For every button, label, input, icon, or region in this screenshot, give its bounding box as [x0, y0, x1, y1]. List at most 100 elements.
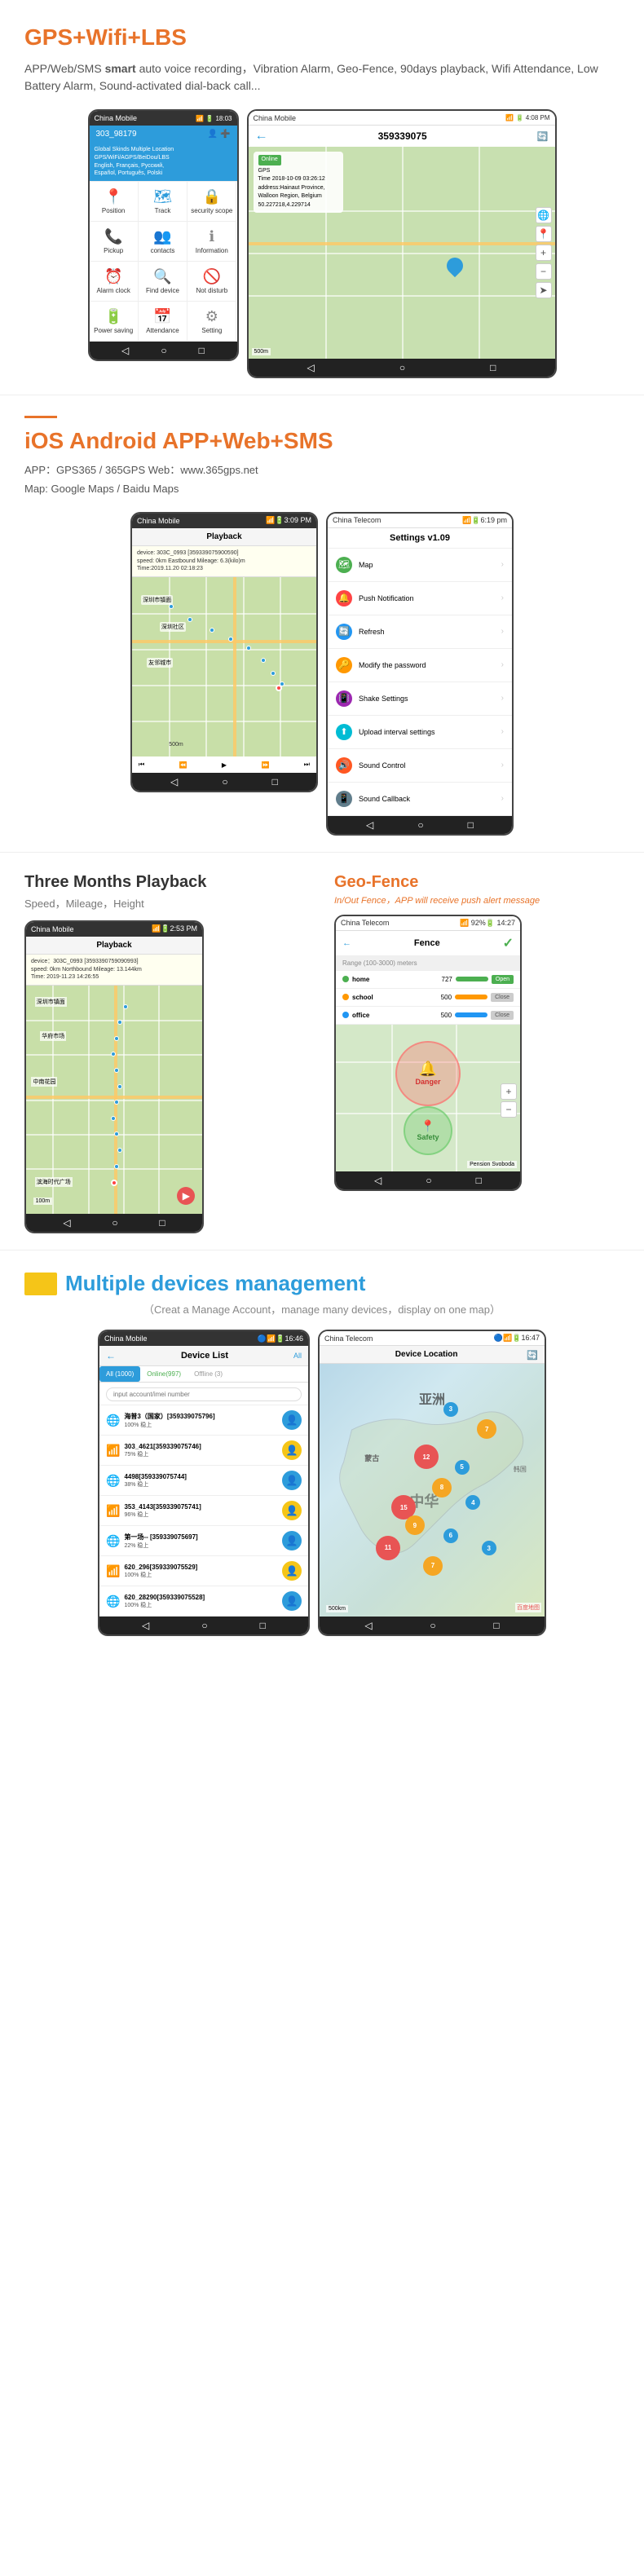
list-item[interactable]: 🌐 620_28290[359339075528] 100% 稳上 👤: [99, 1586, 308, 1617]
gps-description: APP/Web/SMS smart auto voice recording，V…: [24, 60, 620, 95]
settings-item-password[interactable]: 🔑 Modify the password ›: [328, 649, 512, 682]
position-icon: 📍: [104, 188, 122, 205]
recents-pb2[interactable]: □: [159, 1217, 165, 1228]
settings-item-shake[interactable]: 📳 Shake Settings ›: [328, 682, 512, 716]
map-navigate-btn[interactable]: ➤: [536, 282, 552, 298]
recents-dl[interactable]: □: [260, 1620, 266, 1631]
office-close-btn[interactable]: Close: [491, 1011, 514, 1020]
menu-contacts[interactable]: 👥 contacts: [139, 222, 187, 262]
list-item[interactable]: 🌐 4498[359339075744] 38% 稳上 👤: [99, 1466, 308, 1496]
asia-label: 亚洲: [419, 1388, 445, 1408]
recents-loc[interactable]: □: [493, 1620, 499, 1631]
home-dl[interactable]: ○: [201, 1620, 207, 1631]
recents-btn[interactable]: □: [199, 345, 205, 356]
settings-item-map[interactable]: 🗺 Map ›: [328, 549, 512, 582]
menu-attendance[interactable]: 📅 Attendance: [139, 302, 187, 342]
fence-zoom-out[interactable]: −: [501, 1101, 517, 1118]
map-globe-btn[interactable]: 🌐: [536, 207, 552, 223]
app-details: APP：GPS365 / 365GPS Web：www.365gps.net M…: [24, 461, 620, 499]
menu-power-saving[interactable]: 🔋 Power saving: [90, 302, 139, 342]
back-fence[interactable]: ◁: [374, 1175, 382, 1186]
home-pb2[interactable]: ○: [112, 1217, 117, 1228]
recents-btn-r[interactable]: □: [490, 362, 496, 373]
menu-setting[interactable]: ⚙ Setting: [187, 302, 236, 342]
settings-item-upload[interactable]: ⬆ Upload interval settings ›: [328, 716, 512, 749]
back-dl[interactable]: ◁: [142, 1620, 149, 1631]
school-slider[interactable]: [455, 995, 487, 999]
back-btn[interactable]: ◁: [121, 345, 129, 356]
recents-st[interactable]: □: [468, 819, 474, 831]
recents-pb[interactable]: □: [272, 776, 278, 787]
loc-refresh[interactable]: 🔄: [527, 1350, 538, 1361]
menu-security[interactable]: 🔒 security scope: [187, 182, 236, 222]
school-close-btn[interactable]: Close: [491, 993, 514, 1002]
menu-find-device[interactable]: 🔍 Find device: [139, 262, 187, 302]
settings-item-refresh[interactable]: 🔄 Refresh ›: [328, 615, 512, 649]
dl-back[interactable]: ←: [106, 1350, 116, 1361]
office-slider[interactable]: [455, 1012, 487, 1017]
playback-info: device: 303C_0993 [359339075900590] spee…: [132, 546, 316, 577]
home-fence[interactable]: ○: [426, 1175, 431, 1186]
home-st[interactable]: ○: [417, 819, 423, 831]
gps-title: GPS+Wifi+LBS: [24, 24, 620, 51]
home-btn-r[interactable]: ○: [399, 362, 405, 373]
fence-zoom-in[interactable]: +: [501, 1083, 517, 1100]
map-zoom-out[interactable]: −: [536, 263, 552, 280]
map-zoom-in[interactable]: +: [536, 245, 552, 261]
back-loc[interactable]: ◁: [364, 1620, 372, 1631]
cluster-4[interactable]: 5: [455, 1460, 470, 1475]
playback-controls: ⏮ ⏪ ▶ ⏩ ⏭: [132, 756, 316, 773]
back-st[interactable]: ◁: [366, 819, 373, 831]
settings-item-push[interactable]: 🔔 Push Notification ›: [328, 582, 512, 615]
menu-pickup[interactable]: 📞 Pickup: [90, 222, 139, 262]
cluster-1[interactable]: 3: [443, 1402, 458, 1417]
phone-left: China Mobile 📶 🔋 18:03 303_98179 👤 ➕ Glo…: [88, 109, 239, 361]
back-pb2[interactable]: ◁: [63, 1217, 70, 1228]
device-search-input[interactable]: [106, 1387, 302, 1401]
menu-information[interactable]: ℹ Information: [187, 222, 236, 262]
playback-map: 深圳市镇面 深圳社区 友邻城市 500m: [132, 577, 316, 756]
list-item[interactable]: 🌐 第一场-- [359339075697] 22% 稳上 👤: [99, 1526, 308, 1556]
home-open-btn[interactable]: Open: [492, 975, 514, 984]
cluster-11[interactable]: 3: [482, 1541, 496, 1555]
menu-alarm[interactable]: ⏰ Alarm clock: [90, 262, 139, 302]
home-pb[interactable]: ○: [222, 776, 227, 787]
tab-online[interactable]: Online(997): [140, 1366, 187, 1382]
fence-check[interactable]: ✓: [503, 935, 514, 951]
feature-geofence: Geo-Fence In/Out Fence，APP will receive …: [322, 873, 620, 1191]
cluster-9[interactable]: 6: [443, 1528, 458, 1543]
attend-icon: 📅: [153, 308, 171, 325]
play-btn[interactable]: ▶: [177, 1187, 195, 1205]
playback-phone: China Mobile 📶🔋3:09 PM Playback device: …: [130, 512, 318, 792]
cluster-10[interactable]: 11: [376, 1536, 400, 1560]
menu-position[interactable]: 📍 Position: [90, 182, 139, 222]
cluster-8[interactable]: 9: [405, 1515, 425, 1535]
cluster-12[interactable]: 7: [423, 1556, 443, 1576]
devices-title: Multiple devices management: [65, 1271, 365, 1296]
menu-track[interactable]: 🗺 Track: [139, 182, 187, 222]
home-btn[interactable]: ○: [161, 345, 166, 356]
cluster-5[interactable]: 8: [432, 1478, 452, 1498]
tab-offline[interactable]: Offline (3): [187, 1366, 229, 1382]
home-loc[interactable]: ○: [430, 1620, 435, 1631]
tab-all[interactable]: All (1000): [99, 1366, 140, 1382]
map-locate-btn[interactable]: 📍: [536, 226, 552, 242]
app-banner: Global Skinds Multiple Location GPS/WiFi…: [90, 143, 237, 181]
back-pb[interactable]: ◁: [170, 776, 178, 787]
menu-not-disturb[interactable]: 🚫 Not disturb: [187, 262, 236, 302]
settings-item-callback[interactable]: 📱 Sound Callback ›: [328, 783, 512, 816]
list-item[interactable]: 📶 620_296[359339075529] 100% 稳上 👤: [99, 1556, 308, 1586]
list-item[interactable]: 🌐 海普3（国家）[359339075796] 100% 稳上 👤: [99, 1405, 308, 1436]
avatar-4: 👤: [282, 1501, 302, 1520]
orange-line: [24, 416, 57, 418]
back-btn-r[interactable]: ◁: [307, 362, 315, 373]
list-item[interactable]: 📶 303_4621[359339075746] 75% 稳上 👤: [99, 1436, 308, 1466]
home-slider[interactable]: [456, 977, 488, 981]
pb2-bottom: ◁ ○ □: [26, 1214, 202, 1232]
yellow-block: [24, 1273, 57, 1295]
list-item[interactable]: 📶 353_4143[359339075741] 96% 稳上 👤: [99, 1496, 308, 1526]
avatar-1: 👤: [282, 1410, 302, 1430]
map-settings-icon: 🗺: [336, 557, 352, 573]
settings-item-sound[interactable]: 🔊 Sound Control ›: [328, 749, 512, 783]
recents-fence[interactable]: □: [476, 1175, 482, 1186]
